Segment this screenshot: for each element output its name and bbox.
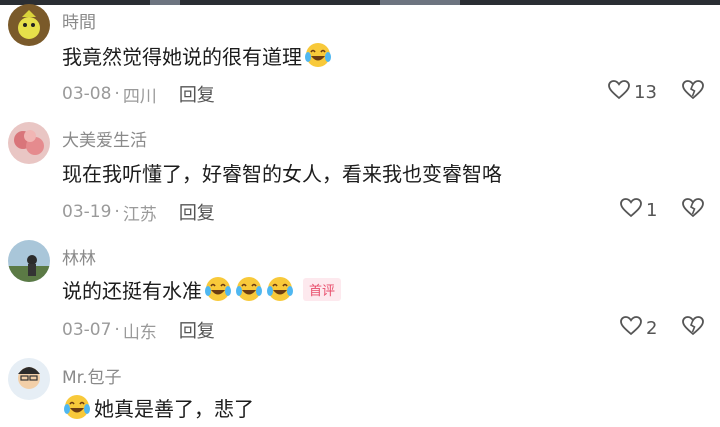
reply-button[interactable]: 回复	[179, 317, 215, 343]
like-button[interactable]: 1	[620, 198, 657, 222]
comment-date: 03-07	[62, 320, 112, 340]
avatar[interactable]	[8, 240, 50, 282]
comment-location: 四川	[122, 86, 157, 107]
comment-username[interactable]: 大美爱生活	[62, 126, 147, 151]
avatar[interactable]	[8, 122, 50, 164]
laughing-crying-emoji-icon	[62, 392, 92, 422]
comment-date: 03-19	[62, 202, 112, 222]
reply-button[interactable]: 回复	[179, 199, 215, 225]
laughing-crying-emoji-icon	[265, 274, 295, 304]
broken-heart-icon	[682, 80, 704, 104]
avatar[interactable]	[8, 358, 50, 400]
comment-username[interactable]: 時間	[62, 8, 96, 33]
dislike-button[interactable]	[682, 198, 704, 222]
like-button[interactable]: 13	[608, 80, 657, 104]
comment-text-content: 我竟然觉得她说的很有道理	[62, 44, 302, 69]
like-button[interactable]: 2	[620, 316, 657, 340]
comment-text: 现在我听懂了，好睿智的女人，看来我也变睿智咯	[62, 158, 502, 187]
comment-username[interactable]: 林林	[62, 244, 96, 269]
comment-text: 她真是善了，悲了	[62, 392, 254, 422]
reply-button[interactable]: 回复	[179, 81, 215, 107]
meta-separator: ·	[114, 84, 120, 104]
comment-meta: 03-08 · 四川 回复	[62, 81, 215, 107]
comment-location: 山东	[122, 322, 157, 343]
comment-date: 03-08	[62, 84, 112, 104]
comment-meta: 03-19 · 江苏 回复	[62, 199, 215, 225]
comment-text-content: 说的还挺有水准	[62, 278, 202, 303]
laughing-crying-emoji-icon	[203, 274, 233, 304]
broken-heart-icon	[682, 316, 704, 340]
dislike-button[interactable]	[682, 80, 704, 104]
dislike-button[interactable]	[682, 316, 704, 340]
video-strip-top	[0, 0, 720, 5]
heart-icon	[608, 80, 630, 104]
heart-icon	[620, 198, 642, 222]
like-count: 2	[646, 317, 658, 339]
meta-separator: ·	[114, 202, 120, 222]
comment-text: 说的还挺有水准 首评	[62, 274, 342, 304]
heart-icon	[620, 316, 642, 340]
broken-heart-icon	[682, 198, 704, 222]
comment-username[interactable]: Mr.包子	[62, 363, 122, 388]
laughing-crying-emoji-icon	[303, 40, 333, 70]
comment-text-content: 现在我听懂了，好睿智的女人，看来我也变睿智咯	[62, 162, 502, 186]
comment-meta: 03-07 · 山东 回复	[62, 317, 215, 343]
comment-text: 我竟然觉得她说的很有道理	[62, 40, 333, 70]
like-count: 13	[634, 81, 657, 103]
like-count: 1	[646, 199, 658, 221]
comment-text-content: 她真是善了，悲了	[94, 396, 254, 421]
comment-location: 江苏	[122, 204, 157, 225]
laughing-crying-emoji-icon	[234, 274, 264, 304]
meta-separator: ·	[114, 320, 120, 340]
first-comment-badge: 首评	[303, 277, 342, 301]
avatar[interactable]	[8, 4, 50, 46]
